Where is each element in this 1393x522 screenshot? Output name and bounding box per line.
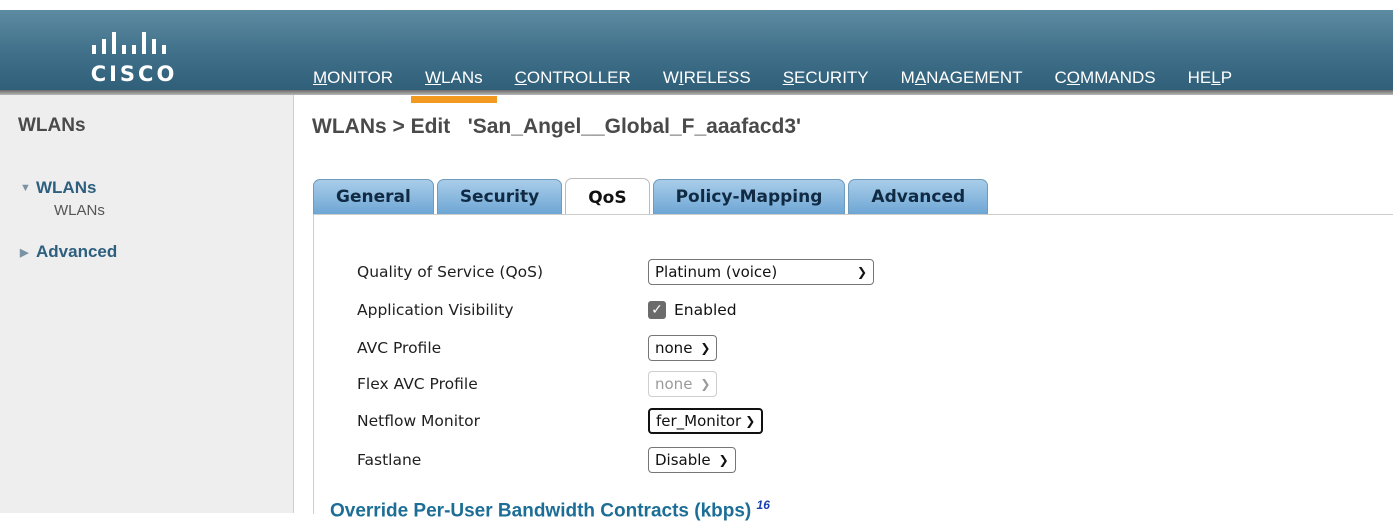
netflow-monitor-select[interactable]: fer_Monitor ❯ xyxy=(648,408,764,434)
nav-item-text-post: LANs xyxy=(441,68,483,87)
nav-item-text-u: O xyxy=(1066,68,1081,87)
triangle-down-icon: ▼ xyxy=(20,182,31,194)
checkmark-icon: ✓ xyxy=(651,302,663,318)
chevron-down-icon: ❯ xyxy=(700,341,711,355)
nav-item-text-u: W xyxy=(424,68,442,87)
tab-security[interactable]: Security xyxy=(436,179,563,214)
avc-profile-select[interactable]: none ❯ xyxy=(648,335,718,361)
qos-select[interactable]: Platinum (voice) ❯ xyxy=(648,259,874,285)
flex-avc-profile-row: Flex AVC Profile none ❯ xyxy=(357,369,718,399)
app-visibility-checkbox[interactable]: ✓ xyxy=(648,301,666,319)
avc-profile-select-value: none xyxy=(655,339,693,357)
nav-item-text-u: A xyxy=(914,68,927,87)
netflow-monitor-label: Netflow Monitor xyxy=(357,412,480,430)
header-banner: CISCO MONITOR WLANs CONTROLLER WIRELESS SECU… xyxy=(0,10,1393,103)
flex-avc-profile-select: none ❯ xyxy=(648,371,718,397)
netflow-monitor-select-value: fer_Monitor xyxy=(656,412,742,430)
sidebar-group-wlans: ▼ WLANs WLANs xyxy=(20,178,105,219)
sidebar-item-advanced[interactable]: ▶ Advanced xyxy=(20,242,117,262)
netflow-monitor-row: Netflow Monitor fer_Monitor ❯ xyxy=(357,406,764,436)
nav-item-text-post: ONITOR xyxy=(327,68,393,87)
nav-item-text-post: RELESS xyxy=(683,68,751,87)
qos-row: Quality of Service (QoS) Platinum (voice… xyxy=(357,257,874,287)
avc-profile-row: AVC Profile none ❯ xyxy=(357,333,718,363)
qos-select-value: Platinum (voice) xyxy=(655,263,778,281)
avc-profile-label: AVC Profile xyxy=(357,339,442,357)
chevron-down-icon: ❯ xyxy=(718,453,729,467)
nav-item-text-post: MMANDS xyxy=(1080,68,1156,87)
fastlane-row: Fastlane Disable ❯ xyxy=(357,445,736,475)
sidebar-group-advanced: ▶ Advanced xyxy=(20,242,117,262)
fastlane-label: Fastlane xyxy=(357,451,422,469)
tab-general[interactable]: General xyxy=(313,179,434,214)
qos-label: Quality of Service (QoS) xyxy=(357,263,544,281)
nav-item-text-u: L xyxy=(1211,68,1221,87)
fastlane-select[interactable]: Disable ❯ xyxy=(648,447,736,473)
app-visibility-row: Application Visibility ✓ Enabled xyxy=(357,295,737,325)
cisco-bars-icon xyxy=(92,32,166,54)
nav-item-text-post: P xyxy=(1220,68,1233,87)
cisco-logo: CISCO xyxy=(80,24,190,94)
bandwidth-contracts-title: Override Per-User Bandwidth Contracts (k… xyxy=(330,500,752,522)
nav-item-text-u: S xyxy=(782,68,795,87)
flex-avc-profile-select-value: none xyxy=(655,375,693,393)
flex-avc-profile-label: Flex AVC Profile xyxy=(357,375,478,393)
sidebar-item-wlans[interactable]: ▼ WLANs xyxy=(20,178,105,198)
top-header: CISCO MONITOR WLANs CONTROLLER WIRELESS SECU… xyxy=(0,0,1393,103)
nav-item-text-u: C xyxy=(514,68,527,87)
sidebar-title: WLANs xyxy=(18,115,86,136)
tab-bar: General Security QoS Policy-Mapping Adva… xyxy=(313,178,991,216)
nav-item-text-pre: M xyxy=(900,68,915,87)
chevron-down-icon: ❯ xyxy=(856,265,867,279)
tab-advanced[interactable]: Advanced xyxy=(848,179,989,214)
nav-item-text-u: M xyxy=(313,68,328,87)
chevron-down-icon: ❯ xyxy=(700,377,711,391)
nav-item-text-post: ECURITY xyxy=(794,68,869,87)
nav-item-text-post: ONTROLLER xyxy=(526,68,631,87)
bandwidth-contracts-heading: Override Per-User Bandwidth Contracts (k… xyxy=(330,498,770,522)
fastlane-select-value: Disable xyxy=(655,451,711,469)
app-visibility-label: Application Visibility xyxy=(357,301,514,319)
nav-item-text-pre: HE xyxy=(1187,68,1212,87)
app-visibility-checkbox-label: Enabled xyxy=(674,301,737,319)
sidebar-subitem-wlans[interactable]: WLANs xyxy=(54,202,105,219)
chevron-down-icon: ❯ xyxy=(745,414,756,428)
sidebar-item-label: Advanced xyxy=(36,242,118,261)
cisco-logo-text: CISCO xyxy=(90,62,178,86)
sidebar: WLANs ▼ WLANs WLANs ▶ Advanced xyxy=(0,95,294,513)
tab-qos[interactable]: QoS xyxy=(565,178,650,216)
footnote-link[interactable]: 16 xyxy=(757,498,770,512)
nav-item-text-pre: W xyxy=(662,68,679,87)
sidebar-item-label: WLANs xyxy=(36,178,97,197)
triangle-right-icon: ▶ xyxy=(20,246,29,259)
nav-item-text-post: NAGEMENT xyxy=(926,68,1023,87)
page-title: WLANs > Edit 'San_Angel__Global_F_aaafac… xyxy=(312,115,802,138)
nav-item-text-pre: C xyxy=(1054,68,1067,87)
tab-policy-mapping[interactable]: Policy-Mapping xyxy=(652,179,846,214)
